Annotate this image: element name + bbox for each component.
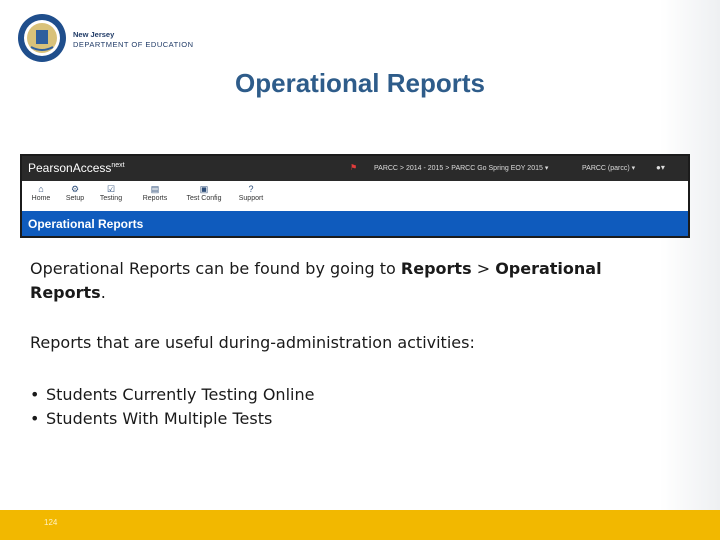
org-line2: DEPARTMENT OF EDUCATION [73, 40, 194, 49]
page-number: 124 [44, 518, 58, 527]
brand-logo: PearsonAccessnext [28, 161, 125, 175]
nav-item-testing: ☑ Testing [92, 184, 130, 202]
list-item: • Students Currently Testing Online [30, 385, 315, 404]
nav-label: Reports [142, 195, 168, 202]
p1-text: Operational Reports can be found by goin… [30, 259, 401, 278]
org-name: New Jersey DEPARTMENT OF EDUCATION [73, 30, 194, 50]
flag-icon: ⚑ [350, 163, 358, 172]
p1-period: . [100, 283, 106, 302]
nav-item-test-config: ▣ Test Config [182, 184, 226, 202]
instruction-paragraph: Operational Reports can be found by goin… [30, 257, 670, 305]
home-icon: ⌂ [38, 184, 44, 194]
bullet-list: • Students Currently Testing Online • Stud… [30, 383, 314, 431]
user-icon: ●▾ [656, 163, 665, 172]
bullet-text: Students Currently Testing Online [46, 385, 315, 404]
nav-label: Testing [99, 195, 123, 202]
embedded-screenshot: PearsonAccessnext ⚑ PARCC > 2014 - 2015 … [20, 154, 690, 238]
section-header-bar: Operational Reports [22, 211, 688, 236]
nav-label: Setup [65, 195, 85, 202]
p1-separator: > [471, 259, 496, 278]
app-topbar: PearsonAccessnext ⚑ PARCC > 2014 - 2015 … [22, 156, 688, 181]
nav-item-support: ? Support [232, 184, 270, 202]
gear-icon: ⚙ [70, 184, 80, 194]
check-icon: ☑ [106, 184, 116, 194]
breadcrumb: PARCC > 2014 - 2015 > PARCC Go Spring EO… [374, 165, 549, 172]
useful-reports-intro: Reports that are useful during-administr… [30, 333, 475, 352]
nav-item-home: ⌂ Home [22, 184, 60, 202]
slide-title: Operational Reports [235, 68, 485, 98]
list-item: • Students With Multiple Tests [30, 409, 273, 428]
config-icon: ▣ [199, 184, 209, 194]
nj-seal-logo [18, 14, 66, 62]
reports-icon: ▤ [150, 184, 160, 194]
user-menu: PARCC (parcc) ▾ [582, 165, 636, 172]
nav-label: Home [31, 195, 51, 202]
footer-bar: 124 [0, 510, 720, 540]
brand-text: PearsonAccess [28, 161, 112, 175]
section-label: Operational Reports [28, 217, 144, 231]
nav-item-reports: ▤ Reports [136, 184, 174, 202]
help-icon: ? [248, 184, 254, 194]
app-navbar: ⌂ Home ⚙ Setup ☑ Testing ▤ Reports ▣ Tes… [22, 181, 688, 211]
brand-sup: next [111, 162, 125, 169]
nav-label: Support [238, 195, 264, 202]
org-line1: New Jersey [73, 30, 115, 39]
p1-bold-reports: Reports [400, 259, 472, 278]
nav-label: Test Config [186, 195, 222, 202]
nav-item-setup: ⚙ Setup [56, 184, 94, 202]
bullet-text: Students With Multiple Tests [46, 409, 273, 428]
